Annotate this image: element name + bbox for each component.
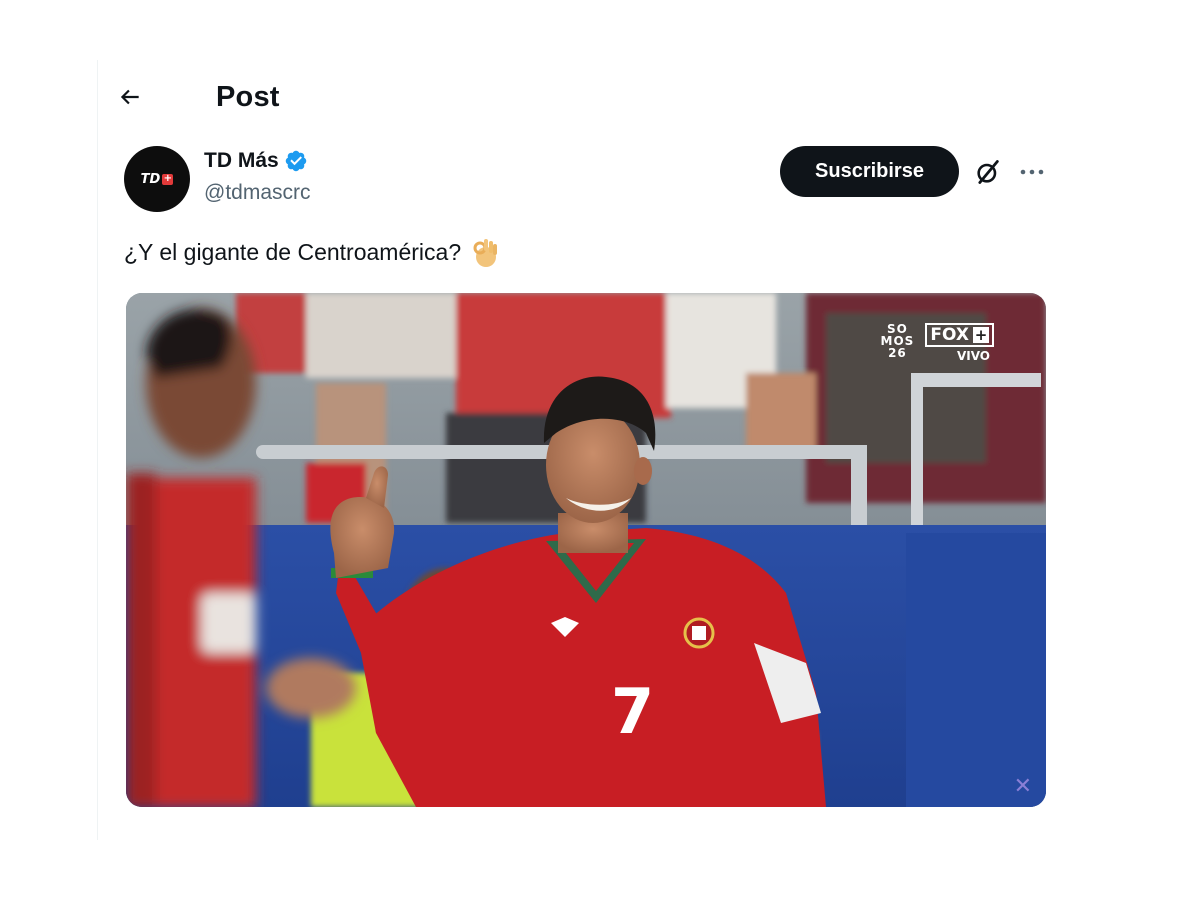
post-media[interactable]: 7 SO MOS 26 FOX + VIVO ✕: [126, 293, 1046, 807]
author-display-name[interactable]: TD Más: [204, 149, 279, 173]
subscribe-button[interactable]: Suscribirse: [780, 146, 959, 197]
grok-slash-icon: [977, 160, 999, 184]
live-label: VIVO: [956, 349, 990, 363]
avatar[interactable]: TD +: [124, 146, 190, 212]
post-text-body: ¿Y el gigante de Centroamérica?: [124, 238, 462, 265]
post-header: Post: [110, 72, 280, 122]
broadcast-overlay: SO MOS 26 FOX + VIVO: [877, 323, 994, 363]
fox-logo-plus: +: [973, 326, 989, 344]
avatar-logo-text: TD: [140, 171, 161, 187]
back-button[interactable]: [110, 77, 150, 117]
post-text: ¿Y el gigante de Centroamérica?: [124, 235, 501, 269]
jersey-number: 7: [611, 675, 654, 748]
author-handle[interactable]: @tdmascrc: [204, 181, 311, 205]
avatar-logo: TD +: [141, 172, 174, 187]
author-info: TD Más @tdmascrc: [204, 146, 311, 205]
verified-badge-icon[interactable]: [284, 149, 308, 173]
ok-hand-emoji-icon: [471, 235, 501, 269]
page-title: Post: [216, 80, 280, 113]
fox-plus-logo: FOX + VIVO: [925, 323, 994, 363]
watermark-icon: ✕: [1013, 774, 1032, 799]
column-divider: [97, 60, 98, 840]
arrow-left-icon: [120, 89, 139, 105]
somos-26-logo: SO MOS 26: [880, 322, 915, 360]
grok-button[interactable]: [970, 154, 1006, 190]
post-page: Post TD + TD Más @tdmascrc Suscribirse ¿…: [0, 0, 1200, 900]
fox-logo-box: FOX +: [925, 323, 994, 347]
more-options-button[interactable]: [1014, 156, 1050, 188]
author-name-row: TD Más: [204, 146, 311, 176]
more-horizontal-icon: [1020, 169, 1044, 175]
avatar-logo-plus: +: [162, 173, 174, 185]
media-image: 7: [126, 293, 1046, 807]
fox-logo-text: FOX: [930, 325, 969, 345]
